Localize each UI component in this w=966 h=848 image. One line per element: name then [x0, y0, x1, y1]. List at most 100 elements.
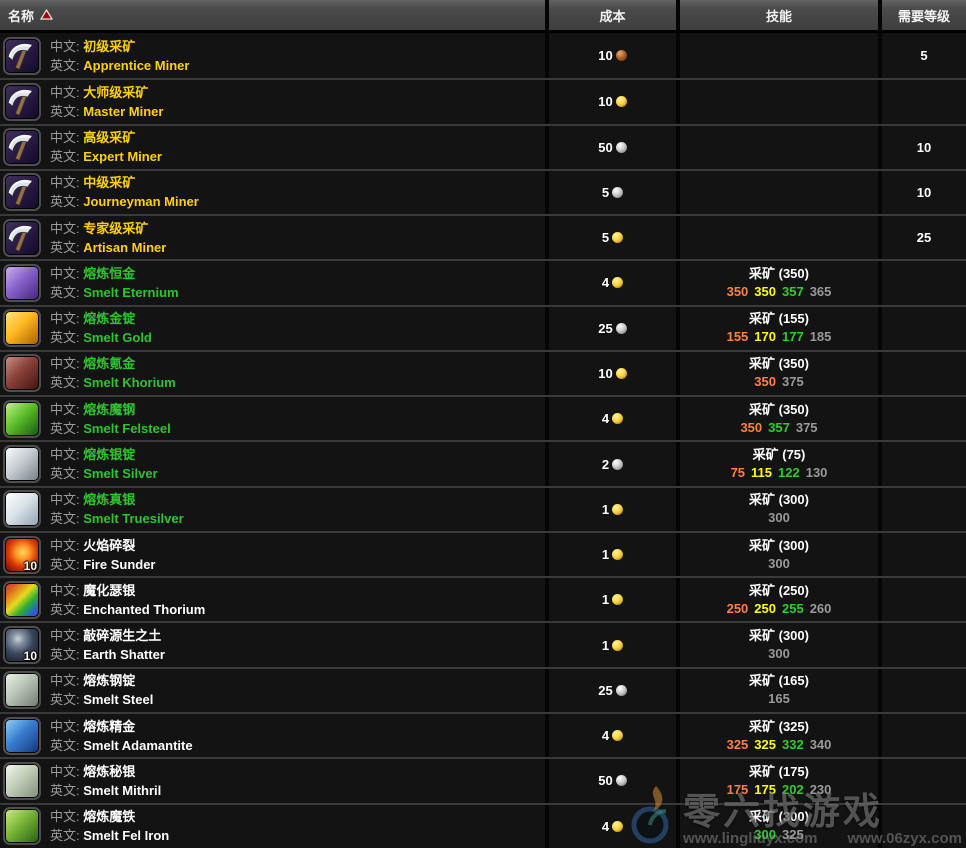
item-name-en-link[interactable]: Smelt Truesilver — [83, 511, 183, 526]
name-cell: 中文: 初级采矿 英文: Apprentice Miner — [0, 33, 545, 78]
item-name-cn-link[interactable]: 熔炼魔钢 — [83, 402, 135, 417]
item-name-en-link[interactable]: Smelt Felsteel — [83, 421, 170, 436]
item-name-cn-link[interactable]: 熔炼金锭 — [83, 311, 135, 326]
level-cell: 5 — [878, 33, 966, 78]
label-english: 英文: — [50, 692, 80, 707]
item-name-en-link[interactable]: Master Miner — [83, 104, 163, 119]
item-name-en-link[interactable]: Artisan Miner — [83, 240, 166, 255]
mining-pickaxe-icon[interactable] — [3, 83, 41, 121]
silver-bar-icon[interactable] — [3, 445, 41, 483]
item-name-cn-link[interactable]: 熔炼氪金 — [83, 356, 135, 371]
gold-bar-icon[interactable] — [3, 309, 41, 347]
skill-title-link[interactable]: 采矿 (325) — [749, 718, 809, 736]
item-name-cn-link[interactable]: 敲碎源生之土 — [83, 628, 161, 643]
skill-values: 350375 — [751, 373, 806, 391]
eternium-bar-icon[interactable] — [3, 264, 41, 302]
item-name-cn-link[interactable]: 熔炼真银 — [83, 492, 135, 507]
item-name-cn-link[interactable]: 熔炼精金 — [83, 719, 135, 734]
column-header-cost[interactable]: 成本 — [545, 0, 676, 30]
item-name-en-link[interactable]: Smelt Mithril — [83, 783, 161, 798]
mining-pickaxe-icon[interactable] — [3, 219, 41, 257]
item-name-cn-link[interactable]: 熔炼秘银 — [83, 764, 135, 779]
pickaxe-glyph — [6, 131, 38, 163]
skill-title-link[interactable]: 采矿 (300) — [749, 808, 809, 826]
item-name-cn-link[interactable]: 高级采矿 — [83, 130, 135, 145]
fel-iron-bar-icon[interactable] — [3, 807, 41, 845]
column-header-name[interactable]: 名称 — [0, 0, 545, 30]
skill-title-link[interactable]: 采矿 (350) — [749, 355, 809, 373]
item-name-en-link[interactable]: Smelt Silver — [83, 466, 157, 481]
skill-values: 300 — [765, 509, 793, 527]
item-name-en-link[interactable]: Smelt Fel Iron — [83, 828, 169, 843]
level-value: 25 — [917, 230, 931, 245]
item-name-cn-link[interactable]: 初级采矿 — [83, 39, 135, 54]
mithril-bar-icon[interactable] — [3, 762, 41, 800]
item-names: 中文: 熔炼精金 英文: Smelt Adamantite — [50, 717, 193, 755]
skill-title-link[interactable]: 采矿 (165) — [749, 672, 809, 690]
mining-pickaxe-icon[interactable] — [3, 128, 41, 166]
item-name-cn-link[interactable]: 专家级采矿 — [83, 221, 148, 236]
skill-title-link[interactable]: 采矿 (350) — [749, 401, 809, 419]
skill-title-link[interactable]: 采矿 (350) — [749, 265, 809, 283]
cost-amount: 4 — [602, 275, 609, 290]
column-header-level[interactable]: 需要等级 — [878, 0, 966, 30]
item-name-cn-link[interactable]: 熔炼钢锭 — [83, 673, 135, 688]
table-row: 中文: 初级采矿 英文: Apprentice Miner 10 5 — [0, 33, 966, 78]
item-name-cn-link[interactable]: 熔炼银锭 — [83, 447, 135, 462]
item-name-cn-link[interactable]: 熔炼恒金 — [83, 266, 135, 281]
item-name-cn-link[interactable]: 中级采矿 — [83, 175, 135, 190]
felsteel-bar-icon[interactable] — [3, 400, 41, 438]
item-names: 中文: 熔炼钢锭 英文: Smelt Steel — [50, 671, 153, 709]
cost-amount: 1 — [602, 592, 609, 607]
coin-icon — [612, 504, 623, 515]
item-name-en-link[interactable]: Fire Sunder — [83, 557, 155, 572]
item-name-en-link[interactable]: Smelt Gold — [83, 330, 152, 345]
item-name-cn-link[interactable]: 魔化瑟银 — [83, 583, 135, 598]
name-cell: 中文: 熔炼氪金 英文: Smelt Khorium — [0, 352, 545, 395]
cost-amount: 1 — [602, 638, 609, 653]
skill-title-link[interactable]: 采矿 (300) — [749, 627, 809, 645]
coin-icon — [612, 232, 623, 243]
item-name-en-link[interactable]: Smelt Khorium — [83, 375, 175, 390]
item-name-cn-link[interactable]: 火焰碎裂 — [83, 538, 135, 553]
item-name-en-link[interactable]: Journeyman Miner — [83, 194, 199, 209]
item-name-en-link[interactable]: Earth Shatter — [83, 647, 165, 662]
name-cell: 中文: 大师级采矿 英文: Master Miner — [0, 80, 545, 123]
truesilver-bar-icon[interactable] — [3, 490, 41, 528]
column-header-name-label: 名称 — [8, 6, 34, 25]
khorium-bar-icon[interactable] — [3, 354, 41, 392]
item-name-en-link[interactable]: Smelt Adamantite — [83, 738, 192, 753]
mining-pickaxe-icon[interactable] — [3, 173, 41, 211]
item-name-en-link[interactable]: Apprentice Miner — [83, 58, 189, 73]
item-name-en-link[interactable]: Enchanted Thorium — [83, 602, 205, 617]
enchanted-thorium-bar-icon[interactable] — [3, 581, 41, 619]
skill-cell: 采矿 (175) 175175202230 — [676, 759, 878, 802]
skill-title-link[interactable]: 采矿 (300) — [749, 491, 809, 509]
table-body: 中文: 初级采矿 英文: Apprentice Miner 10 5 — [0, 33, 966, 848]
column-header-skill[interactable]: 技能 — [676, 0, 878, 30]
fire-sunder-icon[interactable]: 10 — [3, 536, 41, 574]
skill-title-link[interactable]: 采矿 (75) — [753, 446, 806, 464]
item-name-en-link[interactable]: Smelt Eternium — [83, 285, 178, 300]
item-name-en-link[interactable]: Expert Miner — [83, 149, 162, 164]
item-name-cn-link[interactable]: 大师级采矿 — [83, 85, 148, 100]
mining-pickaxe-icon[interactable] — [3, 37, 41, 75]
label-english: 英文: — [50, 557, 80, 572]
steel-bar-icon[interactable] — [3, 671, 41, 709]
table-row: 中文: 熔炼真银 英文: Smelt Truesilver 1 采矿 (300)… — [0, 486, 966, 531]
skill-title-link[interactable]: 采矿 (300) — [749, 537, 809, 555]
skill-values: 300 — [765, 555, 793, 573]
level-value: 5 — [920, 48, 927, 63]
skill-title-link[interactable]: 采矿 (175) — [749, 763, 809, 781]
item-names: 中文: 熔炼魔铁 英文: Smelt Fel Iron — [50, 807, 169, 845]
coin-icon — [616, 323, 627, 334]
label-chinese: 中文: — [50, 130, 80, 145]
skill-title-link[interactable]: 采矿 (250) — [749, 582, 809, 600]
adamantite-bar-icon[interactable] — [3, 717, 41, 755]
item-name-cn-link[interactable]: 熔炼魔铁 — [83, 809, 135, 824]
skill-values: 75115122130 — [728, 464, 831, 482]
earth-shatter-icon[interactable]: 10 — [3, 626, 41, 664]
item-name-en-link[interactable]: Smelt Steel — [83, 692, 153, 707]
skill-title-link[interactable]: 采矿 (155) — [749, 310, 809, 328]
coin-icon — [612, 277, 623, 288]
